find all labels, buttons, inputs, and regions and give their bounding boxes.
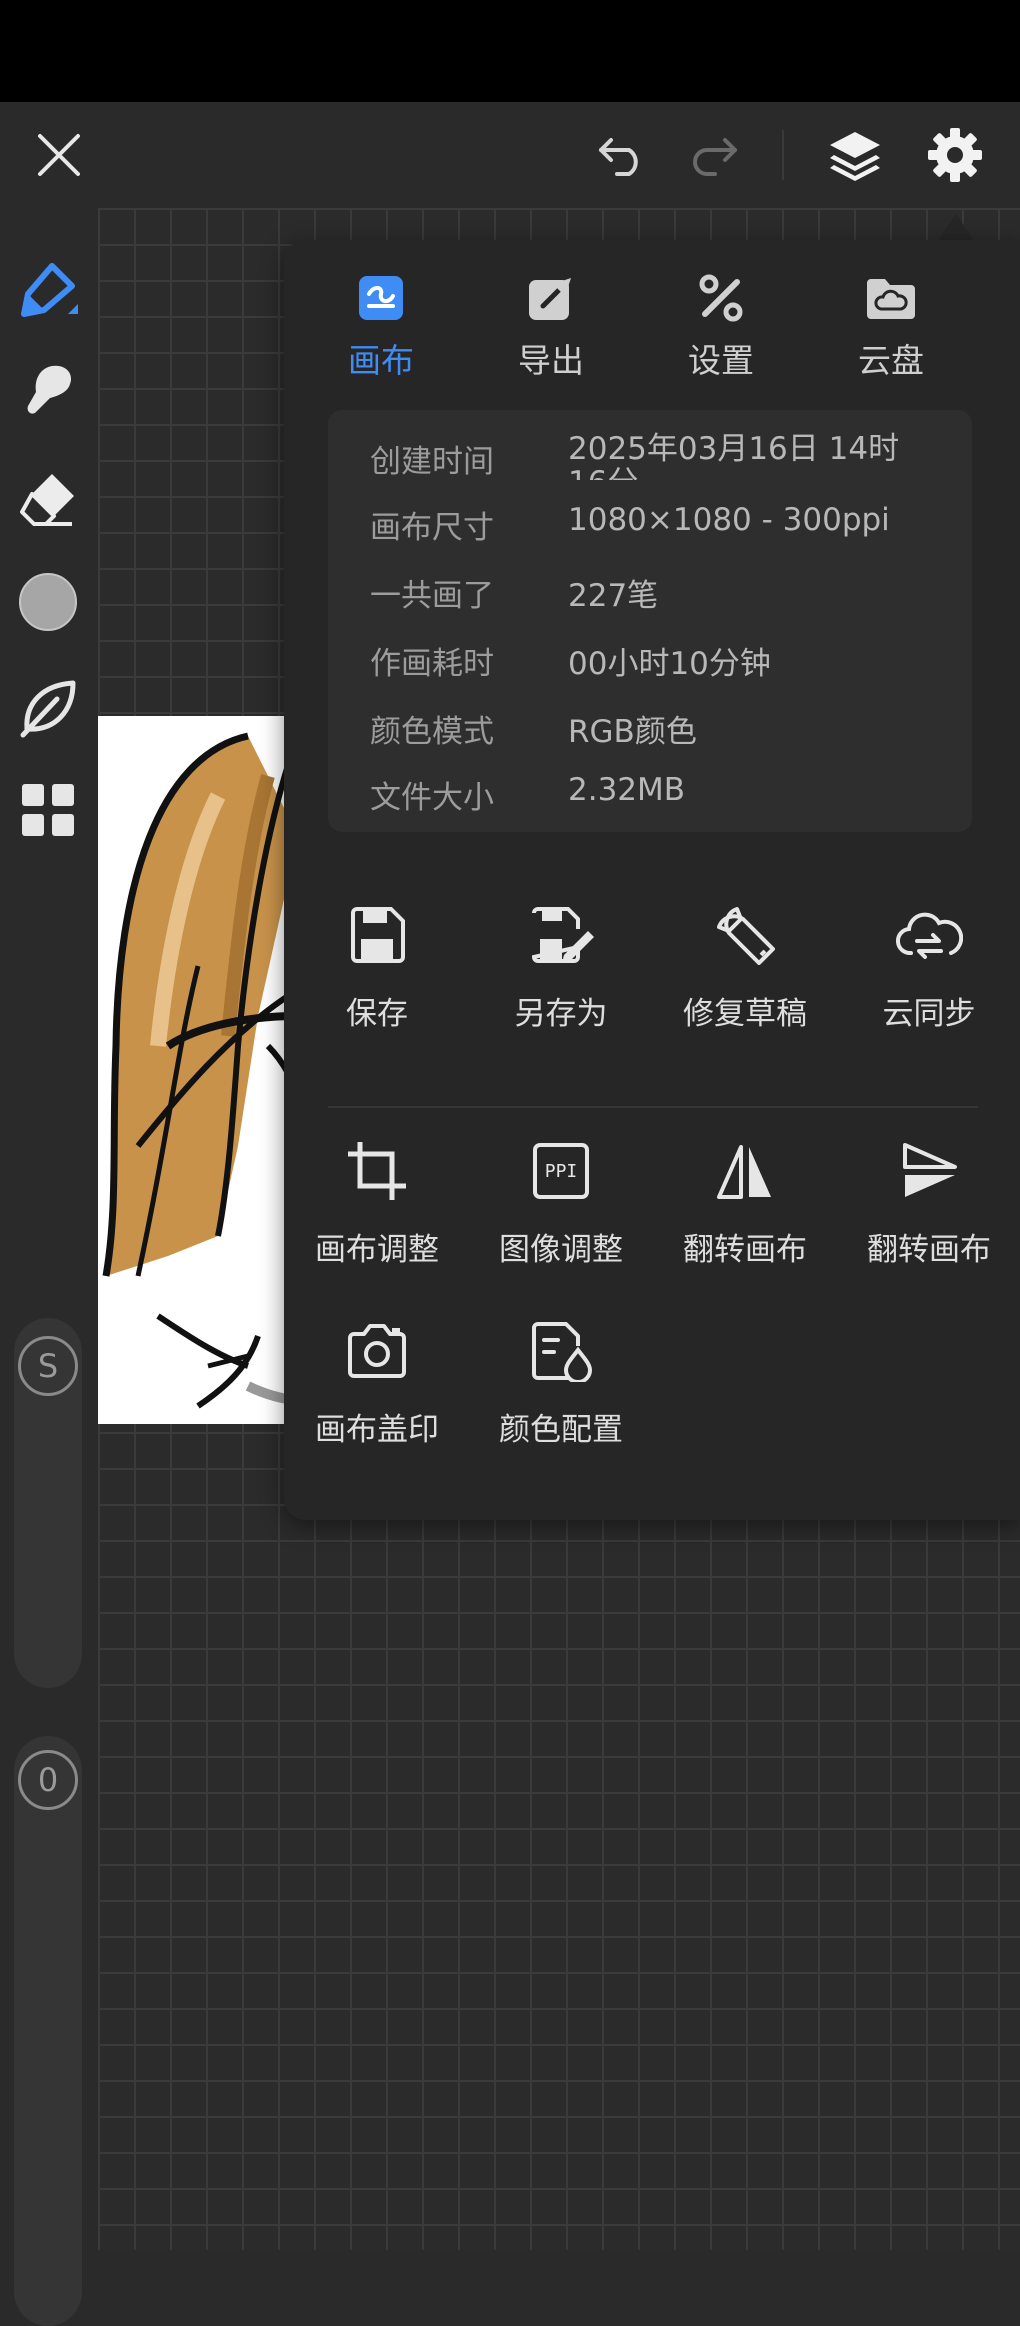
canvas-stamp-button[interactable]: 画布盖印	[284, 1316, 470, 1449]
smudge-tool[interactable]	[8, 350, 88, 430]
settings-button[interactable]	[912, 112, 998, 198]
action-label: 翻转画布	[683, 1232, 807, 1268]
cloud-folder-icon	[867, 279, 915, 319]
action-label: 图像调整	[499, 1232, 623, 1268]
tab-label: 云盘	[858, 341, 924, 380]
panel-tabs: 画布 导出 设置 云盘	[284, 240, 1020, 400]
color-profile-icon	[532, 1322, 592, 1382]
info-value: 2.32MB	[568, 772, 686, 808]
info-value: 00小时10分钟	[568, 646, 771, 682]
action-label: 云同步	[882, 996, 976, 1032]
color-circle-icon	[19, 573, 77, 631]
info-row-color-mode: 颜色模式 RGB颜色	[328, 696, 972, 756]
toolbar-separator	[782, 130, 784, 180]
info-value: 2025年03月16日 14时16分	[568, 431, 900, 480]
info-key: 创建时间	[370, 444, 494, 480]
save-button[interactable]: 保存	[284, 900, 470, 1033]
smudge-icon	[27, 365, 72, 414]
grid-icon	[22, 784, 74, 836]
close-icon	[38, 134, 80, 176]
pencil-icon	[21, 263, 78, 317]
info-key: 文件大小	[370, 780, 494, 816]
left-tool-column: S 0	[0, 208, 98, 2326]
color-tool[interactable]	[8, 562, 88, 642]
canvas-info-card: 创建时间 2025年03月16日 14时16分 画布尺寸 1080×1080 -…	[328, 410, 972, 832]
pencil-tool[interactable]	[8, 250, 88, 330]
info-value: 227笔	[568, 578, 659, 614]
status-bar	[0, 0, 1020, 102]
panel-pointer	[938, 214, 974, 240]
info-key: 一共画了	[370, 578, 494, 614]
leaf-tool[interactable]	[8, 668, 88, 748]
info-key: 作画耗时	[370, 646, 494, 682]
size-label: S	[37, 1347, 59, 1385]
action-label: 另存为	[514, 996, 608, 1032]
tab-canvas[interactable]: 画布	[296, 270, 466, 382]
tab-label: 画布	[348, 341, 414, 380]
tab-export[interactable]: 导出	[466, 270, 636, 382]
canvas-settings-panel: 画布 导出 设置 云盘 创建时间 2025年03月16日 14时 画布尺寸 10…	[284, 240, 1020, 1520]
tab-label: 设置	[688, 341, 754, 380]
tab-label: 导出	[518, 341, 584, 380]
action-label: 画布盖印	[315, 1412, 439, 1448]
opacity-slider[interactable]: 0	[14, 1736, 82, 2326]
layers-icon	[830, 132, 880, 181]
redo-icon	[693, 138, 737, 176]
save-icon	[351, 907, 405, 963]
export-icon	[529, 278, 571, 320]
wrench-icon	[717, 907, 775, 965]
image-adjust-button[interactable]: PPI 图像调整	[468, 1136, 654, 1269]
color-profile-button[interactable]: 颜色配置	[468, 1316, 654, 1449]
close-button[interactable]	[16, 112, 102, 198]
cloud-sync-button[interactable]: 云同步	[836, 900, 1020, 1033]
layers-button[interactable]	[812, 112, 898, 198]
redo-button[interactable]	[670, 112, 756, 198]
leaf-icon	[20, 680, 76, 738]
eraser-tool[interactable]	[8, 458, 88, 538]
info-row-size: 画布尺寸 1080×1080 - 300ppi	[328, 492, 972, 552]
repair-draft-button[interactable]: 修复草稿	[652, 900, 838, 1033]
info-row-strokes: 一共画了 227笔	[328, 560, 972, 620]
gear-icon	[928, 128, 982, 182]
info-value: 1080×1080 - 300ppi	[568, 502, 890, 538]
undo-button[interactable]	[580, 112, 666, 198]
canvas-icon	[359, 276, 403, 320]
action-label: 修复草稿	[683, 996, 807, 1032]
canvas-adjust-button[interactable]: 画布调整	[284, 1136, 470, 1269]
size-knob[interactable]: S	[18, 1336, 78, 1396]
opacity-knob[interactable]: 0	[18, 1750, 78, 1810]
eraser-icon	[20, 474, 74, 526]
opacity-label: 0	[37, 1761, 59, 1799]
info-key: 画布尺寸	[370, 510, 494, 546]
info-row-file-size: 文件大小 2.32MB	[328, 762, 972, 822]
action-label: 翻转画布	[867, 1232, 991, 1268]
flip-horizontal-icon	[717, 1145, 771, 1199]
info-key: 颜色模式	[370, 714, 494, 750]
info-value: RGB颜色	[568, 714, 697, 750]
tab-cloud-disk[interactable]: 云盘	[806, 270, 976, 382]
info-row-created: 创建时间 2025年03月16日 14时16分	[328, 426, 972, 480]
ppi-badge: PPI	[544, 1160, 578, 1182]
more-tools[interactable]	[8, 770, 88, 850]
camera-icon	[348, 1324, 406, 1378]
flip-vertical-icon	[903, 1143, 957, 1197]
tab-settings[interactable]: 设置	[636, 270, 806, 382]
top-toolbar	[0, 102, 1020, 208]
save-as-icon	[531, 907, 594, 963]
info-row-time: 作画耗时 00小时10分钟	[328, 628, 972, 688]
brush-size-slider[interactable]: S	[14, 1318, 82, 1688]
action-label: 保存	[346, 996, 408, 1032]
save-as-button[interactable]: 另存为	[468, 900, 654, 1033]
flip-horizontal-button[interactable]: 翻转画布	[652, 1136, 838, 1269]
flip-vertical-button[interactable]: 翻转画布	[836, 1136, 1020, 1269]
action-label: 颜色配置	[499, 1412, 623, 1448]
actions-divider	[328, 1106, 978, 1108]
action-label: 画布调整	[315, 1232, 439, 1268]
cloud-sync-icon	[896, 912, 963, 959]
crop-icon	[348, 1142, 406, 1200]
undo-icon	[599, 138, 638, 176]
tools-icon	[699, 274, 743, 322]
